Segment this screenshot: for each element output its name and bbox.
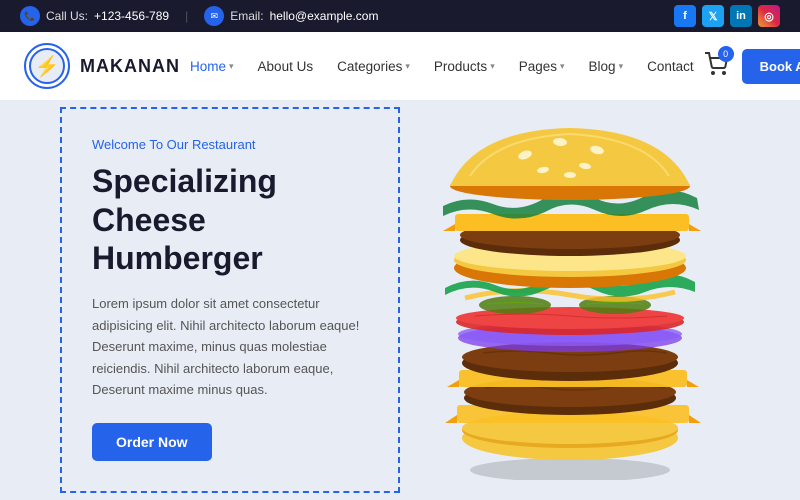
- nav-products[interactable]: Products ▾: [424, 53, 505, 80]
- logo-text: MAKANAN: [80, 56, 180, 77]
- hero-content: Welcome To Our Restaurant Specializing C…: [60, 107, 400, 492]
- cart-count: 0: [718, 46, 734, 62]
- phone-icon: 📞: [20, 6, 40, 26]
- top-bar: 📞 Call Us: +123-456-789 | ✉ Email: hello…: [0, 0, 800, 32]
- book-table-button[interactable]: Book A Table: [742, 49, 800, 84]
- nav-home[interactable]: Home ▾: [180, 53, 244, 80]
- twitter-icon[interactable]: 𝕏: [702, 5, 724, 27]
- header-actions: 0 Book A Table: [704, 49, 800, 84]
- header: ⚡ MAKANAN Home ▾ About Us Categories ▾ P…: [0, 32, 800, 100]
- order-now-button[interactable]: Order Now: [92, 423, 212, 461]
- email-address[interactable]: hello@example.com: [270, 9, 379, 23]
- burger-illustration: [415, 120, 725, 480]
- call-number[interactable]: +123-456-789: [94, 9, 169, 23]
- email-icon: ✉: [204, 6, 224, 26]
- linkedin-icon[interactable]: in: [730, 5, 752, 27]
- hero-subtitle: Welcome To Our Restaurant: [92, 137, 368, 152]
- main-nav: Home ▾ About Us Categories ▾ Products ▾ …: [180, 53, 704, 80]
- hero-image: [400, 100, 740, 500]
- hero-title: Specializing Cheese Humberger: [92, 162, 368, 277]
- logo-icon: ⚡: [24, 43, 70, 89]
- nav-categories[interactable]: Categories ▾: [327, 53, 420, 80]
- divider: |: [185, 9, 188, 23]
- chevron-down-icon: ▾: [560, 61, 565, 72]
- logo[interactable]: ⚡ MAKANAN: [24, 43, 180, 89]
- chevron-down-icon: ▾: [229, 61, 234, 72]
- call-label: Call Us:: [46, 9, 88, 23]
- nav-blog[interactable]: Blog ▾: [579, 53, 634, 80]
- chevron-down-icon: ▾: [619, 61, 624, 72]
- facebook-icon[interactable]: f: [674, 5, 696, 27]
- hero-section: Welcome To Our Restaurant Specializing C…: [0, 100, 800, 500]
- logo-bolt-svg: ⚡: [29, 48, 65, 84]
- chevron-down-icon: ▾: [405, 61, 410, 72]
- top-bar-contacts: 📞 Call Us: +123-456-789 | ✉ Email: hello…: [20, 6, 378, 26]
- social-links: f 𝕏 in ◎: [674, 5, 780, 27]
- chevron-down-icon: ▾: [490, 61, 495, 72]
- instagram-icon[interactable]: ◎: [758, 5, 780, 27]
- hero-box: Welcome To Our Restaurant Specializing C…: [60, 107, 400, 492]
- nav-about[interactable]: About Us: [248, 53, 324, 80]
- hero-description: Lorem ipsum dolor sit amet consectetur a…: [92, 293, 368, 400]
- cart-button[interactable]: 0: [704, 52, 728, 81]
- email-label: Email:: [230, 9, 263, 23]
- call-contact: 📞 Call Us: +123-456-789: [20, 6, 169, 26]
- nav-pages[interactable]: Pages ▾: [509, 53, 575, 80]
- svg-text:⚡: ⚡: [35, 54, 60, 78]
- nav-contact[interactable]: Contact: [637, 53, 704, 80]
- email-contact: ✉ Email: hello@example.com: [204, 6, 378, 26]
